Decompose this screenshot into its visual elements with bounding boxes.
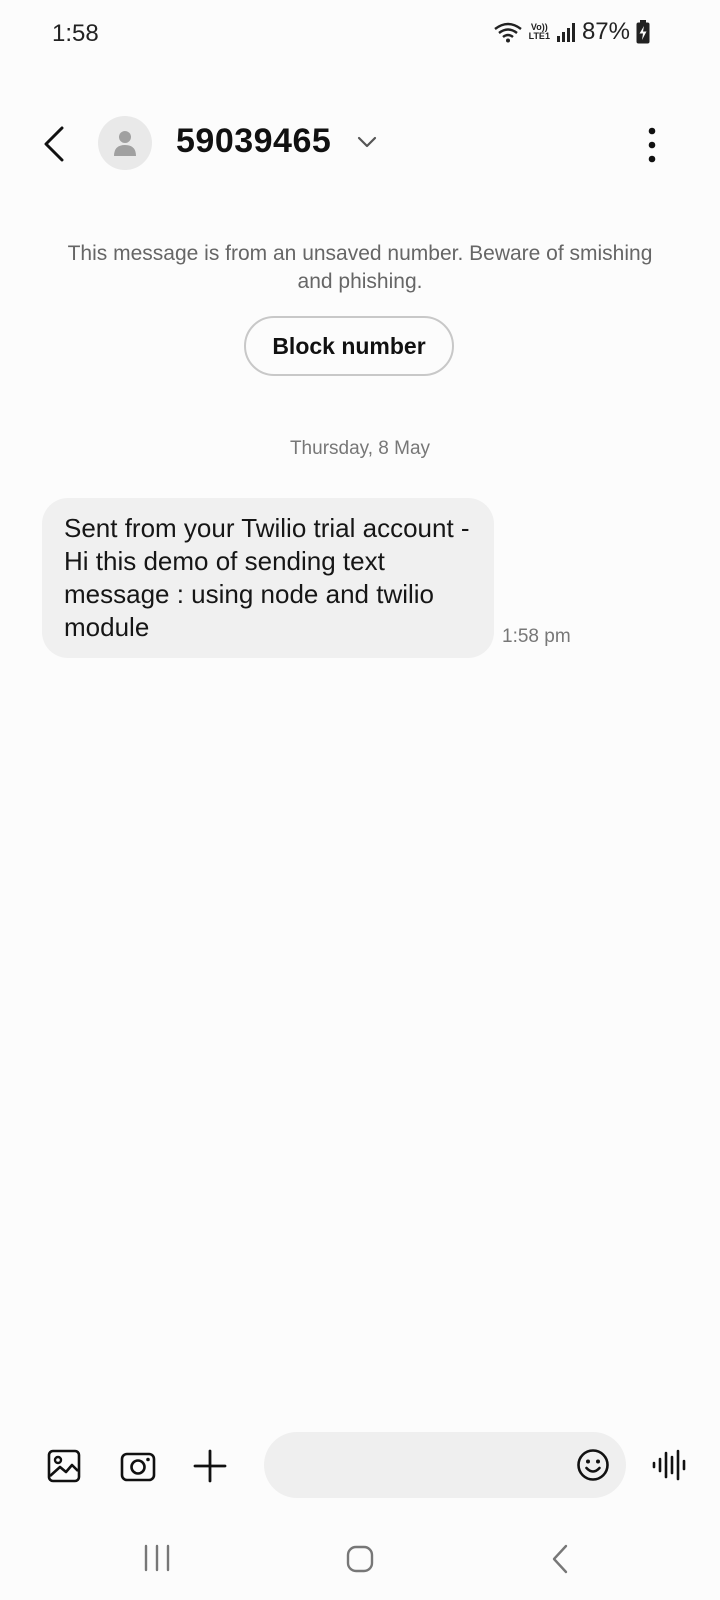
message-time: 1:58 pm [502, 626, 571, 647]
home-icon[interactable] [345, 1544, 375, 1574]
more-vert-icon[interactable] [648, 127, 656, 163]
recent-apps-icon[interactable] [142, 1543, 172, 1573]
volte-icon: Vo)) LTE1 [528, 22, 550, 41]
battery-charging-icon [636, 20, 650, 44]
unsaved-number-warning: This message is from an unsaved number. … [67, 242, 653, 293]
message-bubble[interactable]: Sent from your Twilio trial account - Hi… [42, 498, 494, 658]
date-separator: Thursday, 8 May [289, 438, 431, 459]
avatar[interactable] [98, 116, 152, 170]
message-input[interactable] [264, 1432, 626, 1498]
plus-icon[interactable] [192, 1448, 228, 1484]
battery-percent: 87% [581, 18, 630, 45]
voice-wave-icon[interactable] [652, 1448, 688, 1482]
contact-name[interactable]: 59039465 [176, 122, 331, 161]
status-time: 1:58 [52, 20, 99, 47]
chevron-down-icon[interactable] [356, 132, 378, 152]
block-number-button[interactable]: Block number [244, 316, 454, 376]
back-icon[interactable] [38, 122, 74, 166]
wifi-icon [493, 22, 522, 43]
emoji-icon[interactable] [576, 1448, 610, 1482]
person-icon [114, 131, 136, 156]
status-icons: Vo)) LTE1 87% [493, 18, 650, 46]
gallery-icon[interactable] [46, 1448, 82, 1484]
nav-back-icon[interactable] [550, 1543, 570, 1575]
signal-icon [556, 23, 575, 42]
camera-icon[interactable] [120, 1448, 156, 1484]
